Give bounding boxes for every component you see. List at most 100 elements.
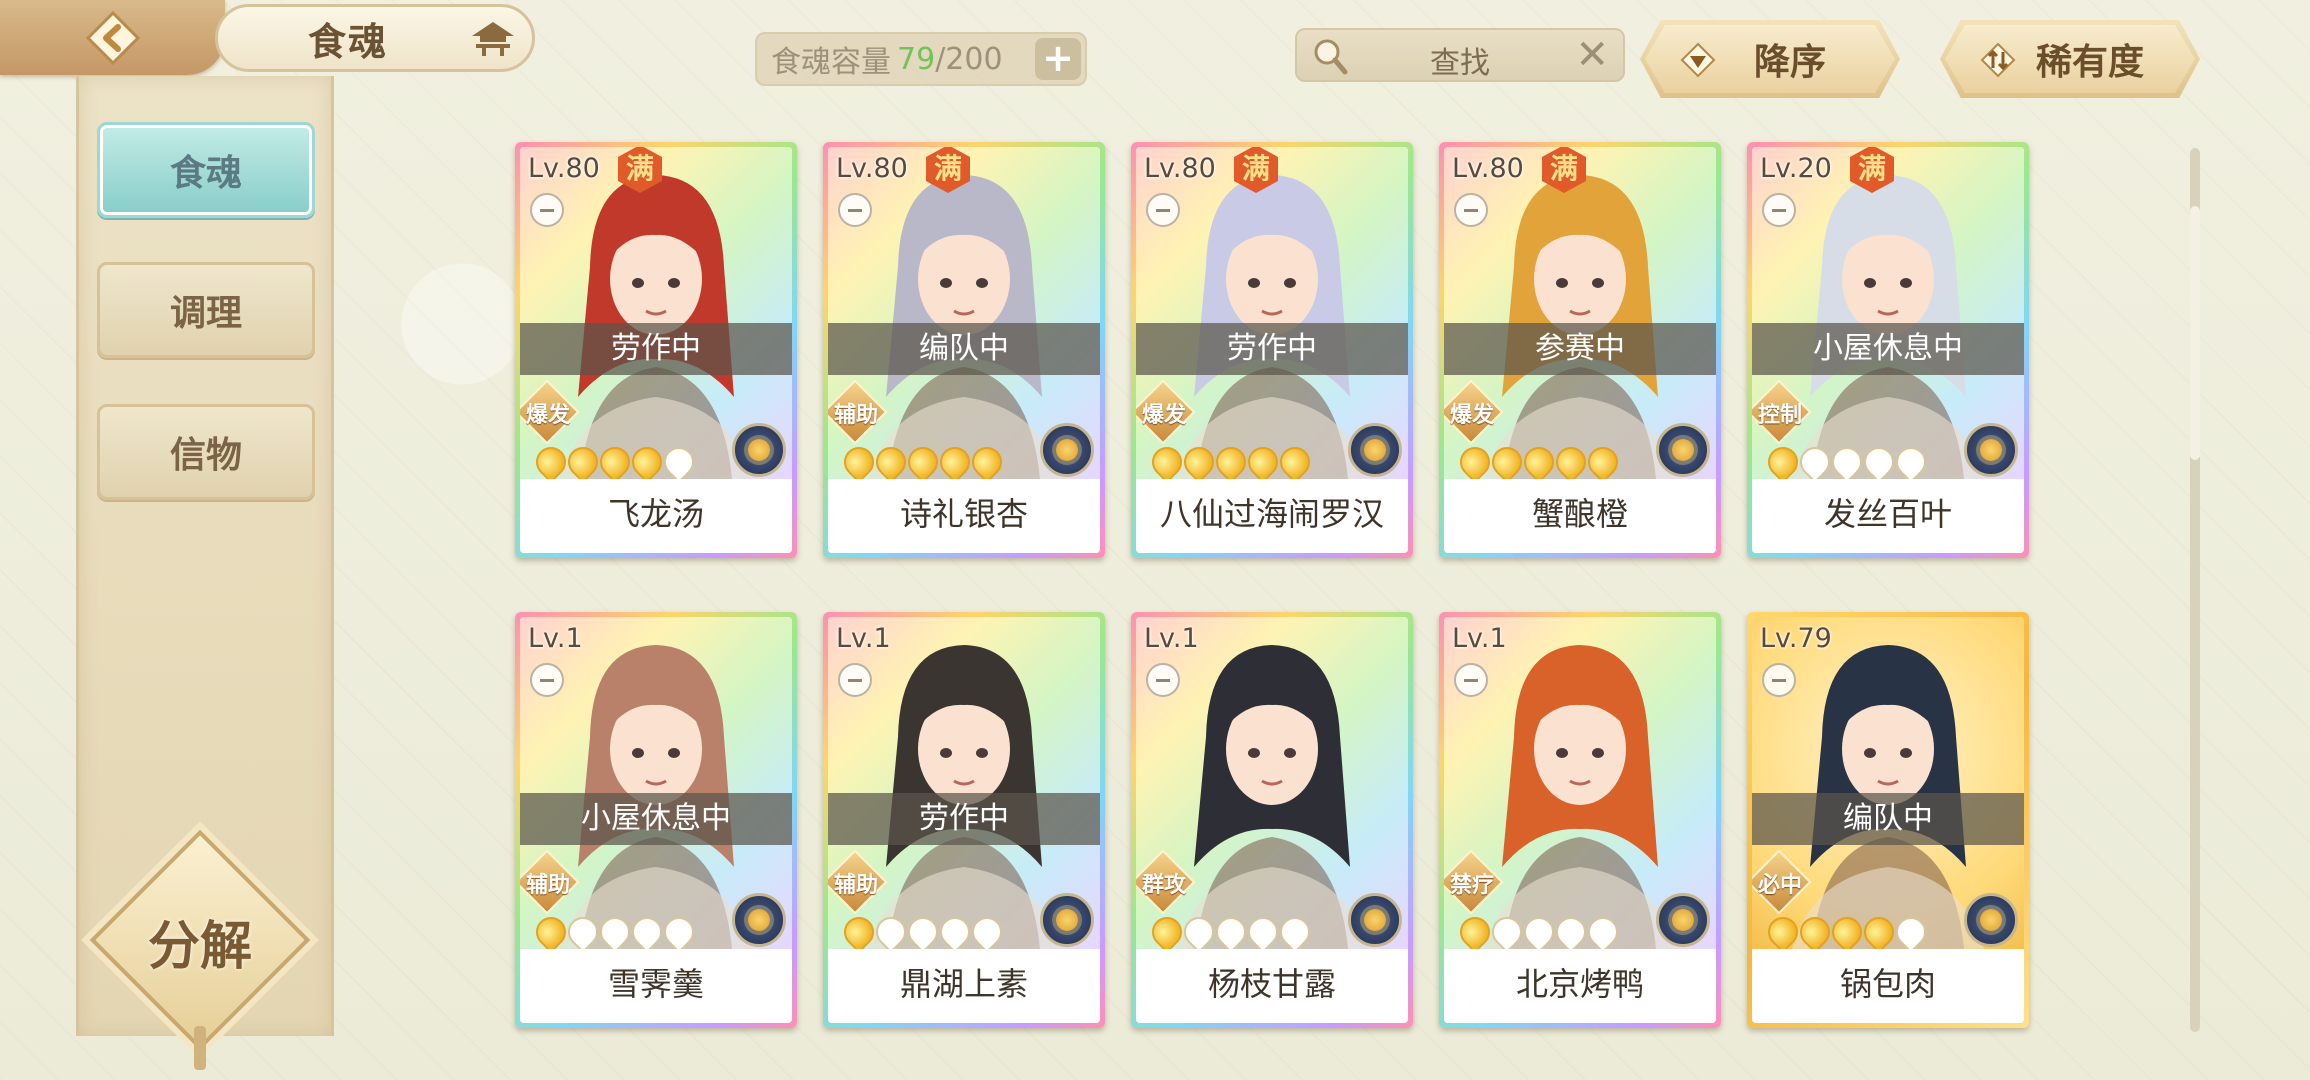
flame-star-icon bbox=[1145, 910, 1189, 954]
flame-star-icon bbox=[1793, 440, 1837, 484]
capacity-label: 食魂容量 bbox=[771, 45, 891, 80]
decompose-label: 分解 bbox=[147, 916, 252, 977]
flame-star-icon bbox=[1761, 910, 1805, 954]
page-title: 食魂 bbox=[308, 18, 389, 64]
food-soul-name: 飞龙汤 bbox=[520, 479, 792, 553]
level-label: Lv.80 bbox=[836, 153, 908, 184]
role-label: 辅助 bbox=[833, 873, 878, 898]
swap-arrows-icon bbox=[1980, 42, 2016, 78]
scrollbar[interactable] bbox=[2190, 148, 2200, 1032]
level-label: Lv.1 bbox=[1144, 623, 1199, 654]
star-rating bbox=[529, 910, 701, 954]
role-label: 辅助 bbox=[525, 873, 570, 898]
flame-star-icon bbox=[657, 440, 701, 484]
role-label: 爆发 bbox=[1449, 403, 1494, 428]
flame-star-icon bbox=[1793, 910, 1837, 954]
star-rating bbox=[1453, 440, 1625, 484]
food-soul-card[interactable]: Lv.20 满小屋休息中 控制 发丝百叶 bbox=[1747, 142, 2029, 558]
flame-star-icon bbox=[1485, 910, 1529, 954]
minus-circle-icon bbox=[838, 193, 872, 227]
flame-star-icon bbox=[901, 910, 945, 954]
role-badge: 辅助 bbox=[520, 849, 580, 915]
status-banner: 劳作中 bbox=[520, 323, 792, 375]
flame-star-icon bbox=[1273, 440, 1317, 484]
status-banner: 劳作中 bbox=[828, 793, 1100, 845]
level-label: Lv.1 bbox=[836, 623, 891, 654]
minus-circle-icon bbox=[1146, 663, 1180, 697]
flame-star-icon bbox=[1889, 910, 1933, 954]
flame-star-icon bbox=[1761, 440, 1805, 484]
capacity-used: 79 bbox=[897, 41, 936, 77]
sort-order-label: 降序 bbox=[1753, 42, 1826, 83]
minus-circle-icon bbox=[1454, 663, 1488, 697]
star-rating bbox=[1145, 440, 1317, 484]
food-soul-card[interactable]: Lv.1 禁疗 北京烤鸭 bbox=[1439, 612, 1721, 1028]
food-soul-card[interactable]: Lv.80 满参赛中 爆发 蟹酿橙 bbox=[1439, 142, 1721, 558]
element-flower-icon bbox=[1040, 423, 1094, 477]
star-rating bbox=[837, 910, 1009, 954]
scroll-thumb[interactable] bbox=[2190, 206, 2200, 460]
element-flower-icon bbox=[732, 893, 786, 947]
food-soul-card[interactable]: Lv.1 小屋休息中 辅助 雪霁羹 bbox=[515, 612, 797, 1028]
search-input[interactable]: 查找 ✕ bbox=[1295, 28, 1625, 82]
card-body: Lv.1 群攻 杨枝甘露 bbox=[1136, 617, 1408, 1023]
flame-star-icon bbox=[1581, 910, 1625, 954]
sidebar-item-label: 食魂 bbox=[169, 152, 242, 194]
flame-star-icon bbox=[1889, 440, 1933, 484]
sidebar-item-shihun[interactable]: 食魂 bbox=[97, 122, 315, 218]
food-soul-name: 诗礼银杏 bbox=[828, 479, 1100, 553]
back-button[interactable] bbox=[0, 0, 225, 75]
minus-circle-icon bbox=[1762, 193, 1796, 227]
role-label: 辅助 bbox=[833, 403, 878, 428]
sidebar-item-xinwu[interactable]: 信物 bbox=[97, 404, 315, 500]
flame-star-icon bbox=[837, 440, 881, 484]
flame-star-icon bbox=[1209, 440, 1253, 484]
minus-circle-icon bbox=[1454, 193, 1488, 227]
food-soul-card[interactable]: Lv.79 编队中 必中 锅包肉 bbox=[1747, 612, 2029, 1028]
flame-star-icon bbox=[869, 440, 913, 484]
star-rating bbox=[1145, 910, 1317, 954]
role-badge: 辅助 bbox=[828, 379, 888, 445]
flame-star-icon bbox=[1145, 440, 1189, 484]
flame-star-icon bbox=[529, 440, 573, 484]
role-badge: 爆发 bbox=[1136, 379, 1196, 445]
flame-star-icon bbox=[1825, 910, 1869, 954]
role-badge: 爆发 bbox=[1444, 379, 1504, 445]
expand-capacity-button[interactable]: + bbox=[1035, 38, 1081, 80]
food-soul-card[interactable]: Lv.1 劳作中 辅助 鼎湖上素 bbox=[823, 612, 1105, 1028]
card-body: Lv.80 满参赛中 爆发 蟹酿橙 bbox=[1444, 147, 1716, 553]
level-label: Lv.1 bbox=[1452, 623, 1507, 654]
minus-circle-icon bbox=[530, 663, 564, 697]
element-flower-icon bbox=[732, 423, 786, 477]
clear-search-icon[interactable]: ✕ bbox=[1575, 34, 1609, 76]
food-soul-name: 蟹酿橙 bbox=[1444, 479, 1716, 553]
status-banner: 劳作中 bbox=[1136, 323, 1408, 375]
flame-star-icon bbox=[1517, 440, 1561, 484]
flame-star-icon bbox=[593, 910, 637, 954]
role-badge: 必中 bbox=[1752, 849, 1812, 915]
flame-star-icon bbox=[1453, 910, 1497, 954]
back-arrow-icon bbox=[84, 9, 142, 67]
minus-circle-icon bbox=[1146, 193, 1180, 227]
food-soul-name: 发丝百叶 bbox=[1752, 479, 2024, 553]
flame-star-icon bbox=[1857, 440, 1901, 484]
role-label: 群攻 bbox=[1141, 873, 1186, 898]
food-soul-card[interactable]: Lv.80 满劳作中 爆发 飞龙汤 bbox=[515, 142, 797, 558]
star-rating bbox=[1761, 440, 1933, 484]
role-label: 爆发 bbox=[1141, 403, 1186, 428]
element-flower-icon bbox=[1348, 893, 1402, 947]
card-body: Lv.1 禁疗 北京烤鸭 bbox=[1444, 617, 1716, 1023]
sort-order-button[interactable]: 降序 bbox=[1640, 20, 1900, 98]
flame-star-icon bbox=[625, 910, 669, 954]
pavilion-icon bbox=[468, 16, 518, 60]
food-soul-card[interactable]: Lv.80 满劳作中 爆发 八仙过海闹罗汉 bbox=[1131, 142, 1413, 558]
element-flower-icon bbox=[1964, 423, 2018, 477]
sidebar-item-tiaoli[interactable]: 调理 bbox=[97, 262, 315, 358]
sort-key-button[interactable]: 稀有度 bbox=[1940, 20, 2200, 98]
flame-star-icon bbox=[901, 440, 945, 484]
food-soul-card[interactable]: Lv.80 满编队中 辅助 诗礼银杏 bbox=[823, 142, 1105, 558]
flame-star-icon bbox=[529, 910, 573, 954]
star-rating bbox=[837, 440, 1009, 484]
food-soul-card[interactable]: Lv.1 群攻 杨枝甘露 bbox=[1131, 612, 1413, 1028]
level-label: Lv.20 bbox=[1760, 153, 1832, 184]
